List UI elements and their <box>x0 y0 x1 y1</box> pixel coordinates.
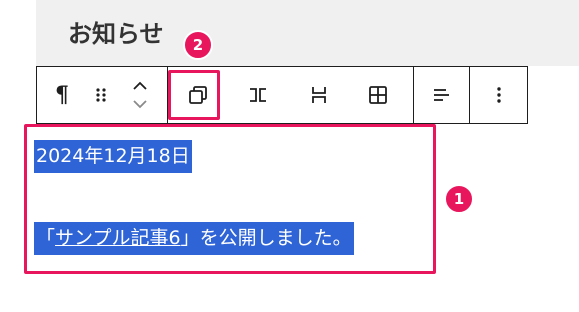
block-toolbar: ¶ <box>36 66 528 124</box>
move-up-down-icon[interactable] <box>125 67 155 123</box>
date-text: 2024年12月18日 <box>36 145 190 167</box>
heading-text[interactable]: お知らせ <box>68 14 164 49</box>
open-quote: 「 <box>36 227 56 249</box>
date-paragraph[interactable]: 2024年12月18日 <box>34 140 192 173</box>
align-left-icon[interactable] <box>421 67 461 123</box>
announcement-paragraph[interactable]: 「サンプル記事6」を公開しました。 <box>34 222 354 255</box>
article-link[interactable]: サンプル記事6 <box>55 227 181 249</box>
toolbar-divider <box>469 67 470 123</box>
stack-icon[interactable] <box>298 67 340 123</box>
callout-badge-2: 2 <box>183 30 213 60</box>
callout-highlight-group-button <box>168 70 220 120</box>
announcement-text: を公開しました。 <box>199 227 352 249</box>
pilcrow-icon[interactable]: ¶ <box>45 67 79 123</box>
callout-badge-1: 1 <box>444 184 474 214</box>
grid-icon[interactable] <box>357 67 399 123</box>
drag-handle-icon[interactable] <box>87 67 115 123</box>
close-quote: 」 <box>180 227 200 249</box>
chevron-up-down-icon <box>133 81 147 109</box>
pilcrow-glyph: ¶ <box>55 82 69 108</box>
toolbar-divider <box>413 67 414 123</box>
row-icon[interactable] <box>237 67 279 123</box>
more-options-icon[interactable] <box>479 67 519 123</box>
